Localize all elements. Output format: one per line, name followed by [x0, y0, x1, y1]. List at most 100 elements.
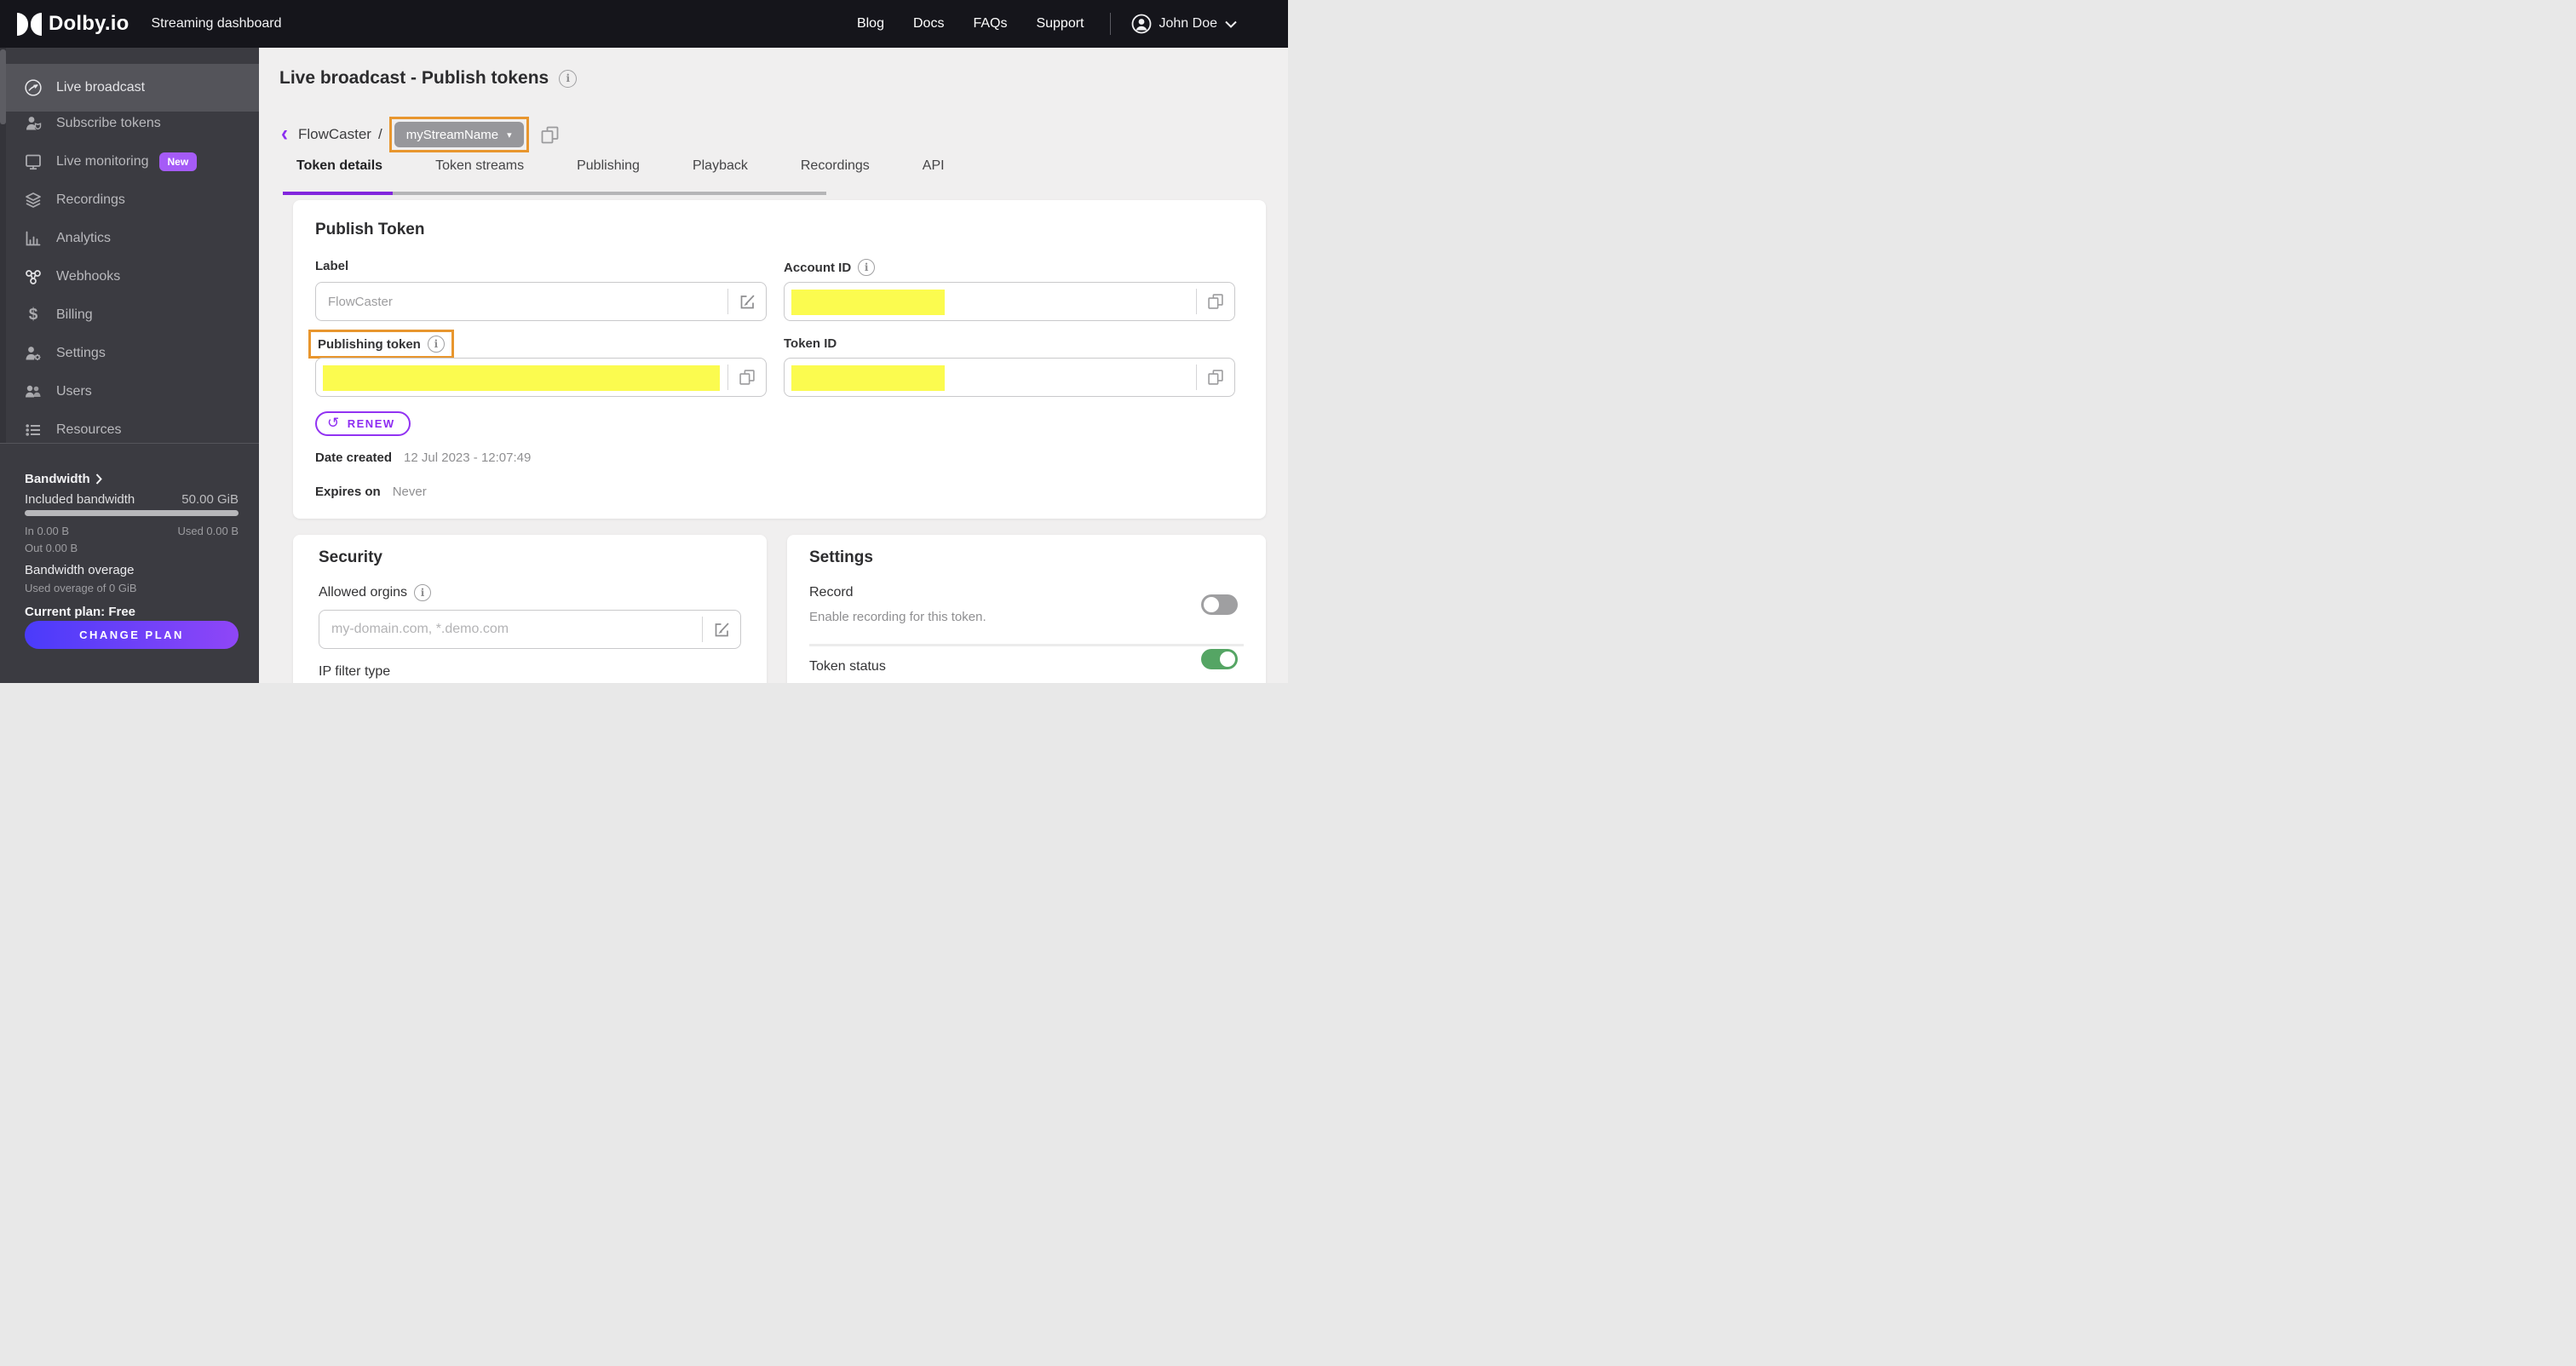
bandwidth-in: In 0.00 B [25, 525, 70, 537]
bandwidth-progress-bar [25, 510, 239, 516]
tab-token-details[interactable]: Token details [283, 158, 396, 174]
sidebar-divider [0, 443, 259, 444]
included-bandwidth-label: Included bandwidth [25, 492, 135, 507]
account-id-label-text: Account ID [784, 260, 852, 275]
account-id-info-icon[interactable]: i [858, 259, 876, 276]
settings-card: Settings Record Enable recording for thi… [787, 535, 1266, 683]
change-plan-button[interactable]: CHANGE PLAN [25, 621, 239, 649]
sidebar-item-label: Resources [56, 422, 122, 437]
copy-token-id-icon[interactable] [1197, 368, 1234, 387]
breadcrumb-parent[interactable]: FlowCaster [298, 126, 371, 143]
included-bandwidth-value: 50.00 GiB [181, 492, 239, 507]
copy-publishing-token-icon[interactable] [728, 368, 766, 387]
tab-underline-active [283, 192, 393, 195]
date-created-row: Date created 12 Jul 2023 - 12:07:49 [315, 451, 531, 465]
sidebar-item-users[interactable]: Users [6, 372, 259, 410]
tab-publishing[interactable]: Publishing [563, 158, 653, 174]
allowed-origins-input[interactable] [319, 622, 702, 637]
edit-icon[interactable] [728, 293, 766, 311]
sidebar-item-label: Users [56, 383, 92, 399]
copy-account-id-icon[interactable] [1197, 292, 1234, 311]
settings-divider [809, 644, 1244, 646]
sidebar-scrollbar-track [0, 48, 6, 443]
user-shield-icon [24, 114, 43, 133]
product-name: Streaming dashboard [151, 16, 282, 31]
topnav-divider [1109, 13, 1111, 35]
expires-row: Expires on Never [315, 485, 427, 499]
record-label: Record [809, 585, 854, 600]
nav-support[interactable]: Support [1036, 16, 1084, 32]
tab-playback[interactable]: Playback [679, 158, 762, 174]
page-title-info-icon[interactable]: i [559, 69, 578, 88]
page-title: Live broadcast - Publish tokens [279, 68, 549, 88]
nav-faqs[interactable]: FAQs [973, 16, 1007, 32]
ip-filter-field-label: IP filter type [319, 664, 391, 679]
app-window: Dolby.io Streaming dashboard Blog Docs F… [0, 0, 1288, 683]
allowed-origins-info-icon[interactable]: i [414, 584, 432, 601]
copy-stream-name-icon[interactable] [539, 124, 561, 146]
nav-docs[interactable]: Docs [913, 16, 944, 32]
edit-icon[interactable] [703, 621, 740, 639]
chevron-down-icon [1225, 20, 1237, 28]
sidebar-item-subscribe-tokens[interactable]: Subscribe tokens [6, 104, 259, 142]
sidebar-item-label: Live broadcast [56, 80, 146, 95]
bandwidth-out: Out 0.00 B [25, 542, 78, 554]
expires-value: Never [392, 485, 427, 499]
user-menu[interactable]: John Doe [1131, 14, 1238, 34]
tab-recordings[interactable]: Recordings [787, 158, 883, 174]
dollar-icon: $ [28, 305, 38, 324]
tab-token-streams[interactable]: Token streams [422, 158, 538, 174]
label-input[interactable] [316, 294, 727, 309]
back-chevron-icon[interactable]: ‹ [281, 123, 288, 146]
publishing-token-info-icon[interactable]: i [427, 336, 445, 353]
allowed-origins-label-text: Allowed orgins [319, 585, 408, 600]
date-created-value: 12 Jul 2023 - 12:07:49 [404, 451, 532, 465]
sidebar-item-label: Live monitoring [56, 153, 149, 169]
account-id-input-box [784, 282, 1235, 321]
record-toggle[interactable] [1201, 594, 1238, 615]
renew-button[interactable]: ↺ RENEW [315, 411, 411, 436]
user-avatar-icon [1131, 14, 1152, 34]
included-bandwidth-row: Included bandwidth 50.00 GiB [25, 492, 239, 507]
nav-blog[interactable]: Blog [857, 16, 884, 32]
sidebar-item-settings[interactable]: Settings [6, 334, 259, 372]
monitor-icon [24, 152, 43, 171]
expires-label: Expires on [315, 485, 381, 499]
publishing-token-label-text: Publishing token [318, 336, 421, 352]
sidebar-item-label: Recordings [56, 192, 125, 207]
user-name: John Doe [1159, 16, 1218, 31]
sidebar-item-label: Settings [56, 345, 106, 360]
sidebar-item-recordings[interactable]: Recordings [6, 181, 259, 219]
annotation-highlight-stream: myStreamName ▾ [388, 117, 529, 152]
sidebar-item-webhooks[interactable]: Webhooks [6, 257, 259, 296]
token-status-toggle[interactable] [1201, 649, 1238, 669]
token-id-redaction [791, 365, 945, 391]
tab-api[interactable]: API [909, 158, 958, 174]
tab-bar: Token details Token streams Publishing P… [283, 158, 984, 174]
allowed-origins-input-box [319, 610, 741, 649]
breadcrumb-separator: / [377, 126, 382, 142]
bandwidth-in-used-row: In 0.00 B Used 0.00 B [25, 525, 239, 537]
main-content: Live broadcast - Publish tokens i ‹ Flow… [259, 48, 1288, 683]
sidebar-item-billing[interactable]: $ Billing [6, 296, 259, 334]
allowed-origins-field-label: Allowed orgins i [319, 584, 432, 601]
bandwidth-used: Used 0.00 B [177, 525, 239, 537]
date-created-label: Date created [315, 451, 393, 465]
sidebar-item-label: Subscribe tokens [56, 115, 161, 130]
label-input-box [315, 282, 767, 321]
publishing-token-input-box [315, 358, 767, 397]
settings-heading: Settings [809, 548, 873, 566]
bandwidth-link[interactable]: Bandwidth [25, 472, 239, 486]
publish-token-card: Publish Token Label Account ID i [293, 200, 1266, 519]
sidebar-scrollbar-thumb[interactable] [0, 49, 6, 124]
dolby-logo[interactable]: Dolby.io [17, 12, 129, 36]
users-icon [24, 382, 43, 401]
sidebar-item-live-monitoring[interactable]: Live monitoring New [6, 142, 259, 181]
list-icon [24, 421, 43, 439]
stream-name-dropdown[interactable]: myStreamName ▾ [394, 122, 524, 147]
top-bar: Dolby.io Streaming dashboard Blog Docs F… [0, 0, 1288, 48]
sidebar-item-analytics[interactable]: Analytics [6, 219, 259, 257]
renew-icon: ↺ [327, 414, 341, 431]
security-card: Security Allowed orgins i IP filter type… [293, 535, 767, 683]
tab-underline-track [283, 192, 826, 195]
